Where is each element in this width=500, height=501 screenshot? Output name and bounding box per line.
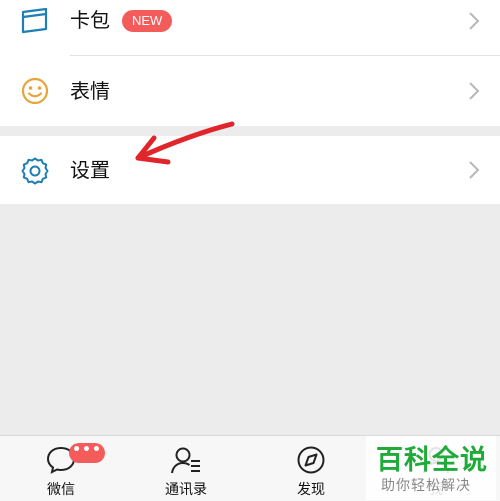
menu-item-label: 设置 [70,158,110,182]
menu-item-stickers[interactable]: 表情 [0,56,500,126]
watermark-subtitle: 助你轻松解决 [381,478,471,494]
tab-label: 微信 [47,482,75,498]
chevron-right-icon [468,81,480,101]
menu-group-settings: 设置 [0,136,500,204]
tab-contacts[interactable]: 通讯录 [136,436,236,501]
menu-group-top: 卡包 NEW 表情 [0,0,500,126]
tab-label: 发现 [297,482,325,498]
contacts-icon [170,445,202,475]
tab-label: 通讯录 [165,482,207,498]
annotation-arrow [135,121,235,165]
watermark-title: 百科全说 [376,445,488,476]
smiley-icon [20,76,50,106]
chevron-right-icon [468,11,480,31]
unread-badge: ••• [69,443,105,463]
menu-item-card-pack[interactable]: 卡包 NEW [0,0,500,56]
tab-chats[interactable]: ••• 微信 [11,436,111,501]
gear-icon [20,156,50,186]
menu-item-settings[interactable]: 设置 [0,136,500,204]
menu-item-label: 表情 [70,79,110,103]
card-pack-icon [20,6,50,36]
compass-icon [295,445,327,475]
menu-item-label: 卡包 [70,8,110,32]
chevron-right-icon [468,160,480,180]
tab-discover[interactable]: 发现 [261,436,361,501]
new-badge: NEW [122,10,173,32]
watermark: 百科全说 助你轻松解决 [366,436,496,500]
